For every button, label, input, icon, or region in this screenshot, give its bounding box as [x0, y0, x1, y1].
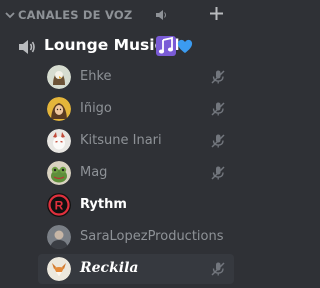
voice-user-ehke[interactable]: Ehke — [38, 62, 234, 92]
voice-user-reckila[interactable]: Reckila — [38, 254, 234, 284]
user-name: Mag — [80, 165, 108, 180]
portrait-avatar — [47, 97, 71, 121]
user-name: SaraLopezProductions — [80, 229, 224, 244]
voice-channel-lounge-musical[interactable]: Lounge Musical — [0, 34, 240, 60]
photo-avatar — [47, 225, 71, 249]
speaker-icon — [156, 10, 166, 20]
fox-avatar — [47, 257, 71, 281]
plus-icon[interactable] — [209, 6, 224, 21]
mic-muted-icon — [211, 262, 225, 276]
rythm-bot-avatar: R — [47, 193, 71, 217]
user-name: Ehke — [80, 69, 112, 84]
volume-icon — [19, 40, 35, 54]
voice-user-rythm[interactable]: R Rythm — [38, 190, 234, 220]
mic-muted-icon — [211, 102, 225, 116]
user-name: Iñigo — [80, 101, 112, 116]
chevron-down-icon — [5, 12, 15, 19]
category-title: CANALES DE VOZ — [18, 8, 133, 22]
user-name: Kitsune Inari — [80, 133, 162, 148]
voice-category-header[interactable]: CANALES DE VOZ — [0, 0, 240, 30]
mic-muted-icon — [211, 70, 225, 84]
mic-muted-icon — [211, 166, 225, 180]
voice-user-saralopezproductions[interactable]: SaraLopezProductions — [38, 222, 234, 252]
user-name: Rythm — [80, 197, 127, 212]
voice-user-kitsune-inari[interactable]: Kitsune Inari — [38, 126, 234, 156]
user-name: Reckila — [80, 260, 139, 276]
svg-text:R: R — [55, 199, 64, 213]
eagle-avatar — [47, 65, 71, 89]
music-note-emoji-icon — [156, 36, 176, 56]
frog-avatar — [47, 161, 71, 185]
blue-heart-emoji-icon — [177, 39, 193, 53]
mic-muted-icon — [211, 134, 225, 148]
kitsune-avatar — [47, 129, 71, 153]
voice-user-inigo[interactable]: Iñigo — [38, 94, 234, 124]
voice-user-mag[interactable]: Mag — [38, 158, 234, 188]
